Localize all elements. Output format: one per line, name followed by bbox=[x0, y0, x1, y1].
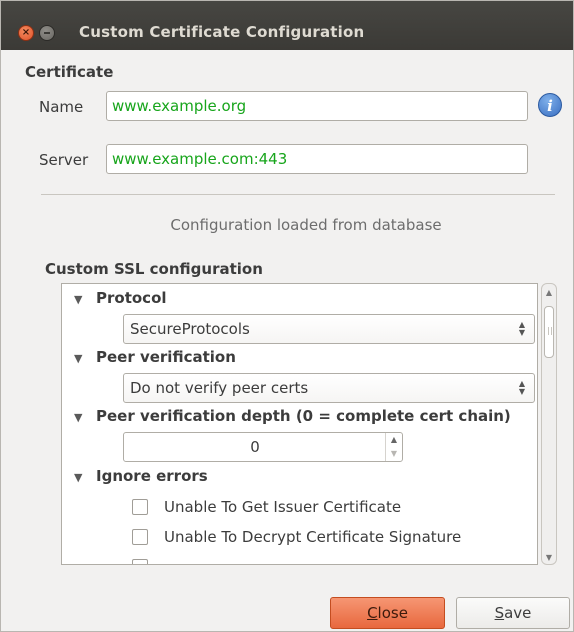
peer-verification-select[interactable]: Do not verify peer certs ▲ ▼ bbox=[123, 373, 535, 403]
dialog-window: × Custom Certificate Configuration Certi… bbox=[0, 0, 574, 632]
expand-arrow-icon[interactable]: ▼ bbox=[74, 352, 96, 365]
peer-verification-label: Peer verification bbox=[96, 348, 236, 366]
separator bbox=[41, 194, 555, 195]
scroll-down-arrow-icon[interactable]: ▼ bbox=[542, 553, 556, 562]
certificate-group-title: Certificate bbox=[25, 63, 114, 81]
checkbox[interactable] bbox=[132, 529, 148, 545]
tree-item-protocol[interactable]: ▼ Protocol bbox=[74, 289, 167, 307]
window-close-icon[interactable]: × bbox=[18, 25, 34, 41]
name-label: Name bbox=[39, 98, 84, 116]
ignore-error-item[interactable]: Unable To Decrypt Certificate Signature bbox=[132, 528, 461, 546]
ignore-error-item[interactable]: Unable To Get Issuer Certificate bbox=[132, 498, 401, 516]
peer-depth-value: 0 bbox=[250, 438, 260, 456]
save-button[interactable]: Save bbox=[456, 597, 570, 629]
checkbox[interactable] bbox=[132, 499, 148, 515]
window-minimize-icon[interactable] bbox=[39, 25, 55, 41]
window-title: Custom Certificate Configuration bbox=[79, 23, 365, 41]
info-icon[interactable]: i bbox=[538, 93, 562, 117]
protocol-label: Protocol bbox=[96, 289, 167, 307]
tree-item-peer-verification[interactable]: ▼ Peer verification bbox=[74, 348, 236, 366]
save-label-rest: ave bbox=[504, 604, 532, 622]
server-field[interactable]: www.example.com:443 bbox=[106, 144, 528, 174]
title-bar[interactable]: × Custom Certificate Configuration bbox=[1, 1, 573, 50]
scroll-up-arrow-icon[interactable]: ▲ bbox=[542, 288, 556, 297]
save-mnemonic: S bbox=[494, 604, 505, 622]
tree-item-ignore-errors[interactable]: ▼ Ignore errors bbox=[74, 467, 208, 485]
expand-arrow-icon[interactable]: ▼ bbox=[74, 471, 96, 484]
spin-arrows-icon[interactable]: ▲ ▼ bbox=[385, 433, 402, 461]
status-message: Configuration loaded from database bbox=[170, 216, 442, 234]
peer-depth-label: Peer verification depth (0 = complete ce… bbox=[96, 407, 511, 425]
scroll-thumb[interactable] bbox=[544, 306, 554, 358]
expand-arrow-icon[interactable]: ▼ bbox=[74, 411, 96, 424]
ignore-error-label: Unable To Get Issuer Certificate bbox=[164, 498, 402, 516]
close-mnemonic: C bbox=[367, 604, 378, 622]
protocol-select[interactable]: SecureProtocols ▲ ▼ bbox=[123, 314, 535, 344]
ssl-config-tree[interactable]: ▼ Protocol SecureProtocols ▲ ▼ ▼ Peer verif… bbox=[61, 283, 538, 565]
ignore-error-item-partial[interactable] bbox=[132, 558, 164, 564]
ssl-config-group-title: Custom SSL configuration bbox=[45, 260, 263, 278]
peer-depth-spinbox[interactable]: 0 ▲ ▼ bbox=[123, 432, 403, 462]
updown-arrows-icon: ▲ ▼ bbox=[518, 320, 526, 337]
tree-scrollbar[interactable]: ▲ ▼ bbox=[541, 283, 557, 565]
close-label-rest: lose bbox=[377, 604, 408, 622]
tree-item-peer-depth[interactable]: ▼ Peer verification depth (0 = complete c… bbox=[74, 407, 511, 425]
peer-verification-value: Do not verify peer certs bbox=[130, 379, 309, 397]
checkbox[interactable] bbox=[132, 559, 148, 564]
protocol-value: SecureProtocols bbox=[130, 320, 250, 338]
expand-arrow-icon[interactable]: ▼ bbox=[74, 293, 96, 306]
ignore-error-label: Unable To Decrypt Certificate Signature bbox=[164, 528, 462, 546]
ignore-errors-label: Ignore errors bbox=[96, 467, 208, 485]
name-field[interactable]: www.example.org bbox=[106, 91, 528, 121]
server-label: Server bbox=[39, 151, 89, 169]
close-button[interactable]: Close bbox=[330, 597, 445, 629]
updown-arrows-icon: ▲ ▼ bbox=[518, 379, 526, 396]
